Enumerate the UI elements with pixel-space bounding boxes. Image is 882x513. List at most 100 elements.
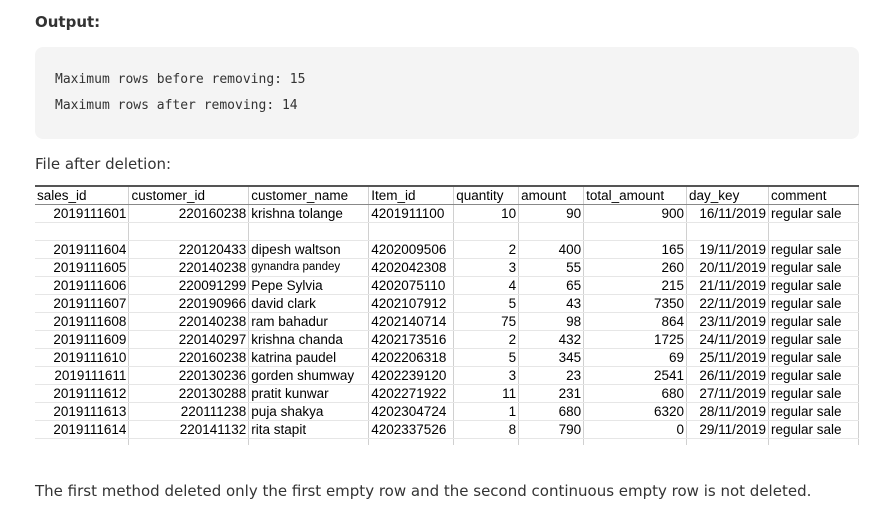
table-cell[interactable]: rita stapit [248, 420, 370, 439]
table-cell[interactable]: 3 [453, 366, 520, 385]
table-cell[interactable]: 55 [518, 258, 585, 277]
table-cell[interactable]: 2019111611 [35, 366, 130, 385]
table-cell[interactable]: regular sale [768, 330, 859, 349]
table-cell[interactable] [686, 438, 769, 445]
column-header[interactable]: customer_id [128, 187, 250, 205]
table-cell[interactable]: krishna tolange [248, 204, 370, 223]
table-cell[interactable] [768, 438, 859, 445]
table-cell[interactable] [453, 438, 520, 445]
table-cell[interactable]: 69 [583, 348, 688, 367]
table-cell[interactable]: 2019111605 [35, 258, 130, 277]
table-cell[interactable]: 790 [518, 420, 585, 439]
table-cell[interactable]: 23 [518, 366, 585, 385]
table-cell[interactable]: 220160238 [128, 204, 250, 223]
table-cell[interactable]: 4202271922 [368, 384, 455, 403]
table-cell[interactable]: 27/11/2019 [686, 384, 769, 403]
table-cell[interactable]: 10 [453, 204, 520, 223]
table-cell[interactable]: 2019111609 [35, 330, 130, 349]
table-cell[interactable]: 23/11/2019 [686, 312, 769, 331]
table-cell[interactable]: gorden shumway [248, 366, 370, 385]
column-header[interactable]: Item_id [368, 187, 455, 205]
column-header[interactable]: amount [518, 187, 585, 205]
table-cell[interactable]: 680 [518, 402, 585, 421]
table-cell[interactable]: 1 [453, 402, 520, 421]
table-cell[interactable]: 25/11/2019 [686, 348, 769, 367]
table-cell[interactable]: 400 [518, 240, 585, 259]
table-cell[interactable]: 24/11/2019 [686, 330, 769, 349]
table-cell[interactable]: katrina paudel [248, 348, 370, 367]
table-cell[interactable]: 2019111601 [35, 204, 130, 223]
table-cell[interactable]: 8 [453, 420, 520, 439]
table-cell[interactable]: 220130288 [128, 384, 250, 403]
table-cell[interactable] [128, 438, 250, 445]
table-cell[interactable]: dipesh waltson [248, 240, 370, 259]
table-cell[interactable]: 4202075110 [368, 276, 455, 295]
table-cell[interactable]: 4202042308 [368, 258, 455, 277]
table-cell[interactable]: 4202107912 [368, 294, 455, 313]
table-cell[interactable]: 43 [518, 294, 585, 313]
table-cell[interactable] [453, 222, 520, 241]
table-cell[interactable]: 4202304724 [368, 402, 455, 421]
table-cell[interactable]: 2019111610 [35, 348, 130, 367]
table-cell[interactable]: krishna chanda [248, 330, 370, 349]
table-cell[interactable]: 220160238 [128, 348, 250, 367]
table-cell[interactable]: puja shakya [248, 402, 370, 421]
table-cell[interactable]: 220190966 [128, 294, 250, 313]
table-cell[interactable]: 5 [453, 294, 520, 313]
column-header[interactable]: comment [768, 187, 859, 205]
table-cell[interactable]: 3 [453, 258, 520, 277]
table-cell[interactable]: 4202173516 [368, 330, 455, 349]
table-cell[interactable] [35, 222, 130, 241]
table-cell[interactable]: 2019111606 [35, 276, 130, 295]
table-cell[interactable]: 4202009506 [368, 240, 455, 259]
table-cell[interactable] [248, 438, 370, 445]
table-cell[interactable]: 0 [583, 420, 688, 439]
table-cell[interactable]: 29/11/2019 [686, 420, 769, 439]
table-cell[interactable]: 2019111612 [35, 384, 130, 403]
column-header[interactable]: total_amount [583, 187, 688, 205]
table-cell[interactable]: 90 [518, 204, 585, 223]
table-cell[interactable]: david clark [248, 294, 370, 313]
table-cell[interactable]: regular sale [768, 348, 859, 367]
table-cell[interactable]: 260 [583, 258, 688, 277]
table-cell[interactable]: 2541 [583, 366, 688, 385]
table-cell[interactable]: 2 [453, 330, 520, 349]
column-header[interactable]: day_key [686, 187, 769, 205]
table-cell[interactable]: 220140238 [128, 258, 250, 277]
table-cell[interactable]: 2 [453, 240, 520, 259]
table-cell[interactable]: 4202140714 [368, 312, 455, 331]
table-cell[interactable] [35, 438, 130, 445]
table-cell[interactable]: 864 [583, 312, 688, 331]
table-cell[interactable]: 5 [453, 348, 520, 367]
table-cell[interactable]: 2019111607 [35, 294, 130, 313]
table-cell[interactable]: 4202337526 [368, 420, 455, 439]
table-cell[interactable]: regular sale [768, 366, 859, 385]
table-cell[interactable] [686, 222, 769, 241]
table-cell[interactable] [583, 438, 688, 445]
table-cell[interactable]: 220120433 [128, 240, 250, 259]
table-cell[interactable]: 1725 [583, 330, 688, 349]
table-cell[interactable]: 22/11/2019 [686, 294, 769, 313]
table-cell[interactable]: 4201911100 [368, 204, 455, 223]
table-cell[interactable] [368, 222, 455, 241]
table-cell[interactable]: 220091299 [128, 276, 250, 295]
table-cell[interactable]: 16/11/2019 [686, 204, 769, 223]
column-header[interactable]: sales_id [35, 187, 130, 205]
table-cell[interactable] [518, 438, 585, 445]
table-cell[interactable]: regular sale [768, 276, 859, 295]
table-cell[interactable]: regular sale [768, 204, 859, 223]
table-cell[interactable]: 220140238 [128, 312, 250, 331]
table-cell[interactable]: 680 [583, 384, 688, 403]
table-cell[interactable]: 432 [518, 330, 585, 349]
table-cell[interactable] [518, 222, 585, 241]
table-cell[interactable]: 2019111604 [35, 240, 130, 259]
table-cell[interactable]: regular sale [768, 240, 859, 259]
table-cell[interactable]: 65 [518, 276, 585, 295]
table-cell[interactable]: 6320 [583, 402, 688, 421]
table-cell[interactable]: 220130236 [128, 366, 250, 385]
table-cell[interactable]: 2019111608 [35, 312, 130, 331]
table-cell[interactable]: 98 [518, 312, 585, 331]
table-cell[interactable] [768, 222, 859, 241]
table-cell[interactable]: 21/11/2019 [686, 276, 769, 295]
table-cell[interactable]: 165 [583, 240, 688, 259]
